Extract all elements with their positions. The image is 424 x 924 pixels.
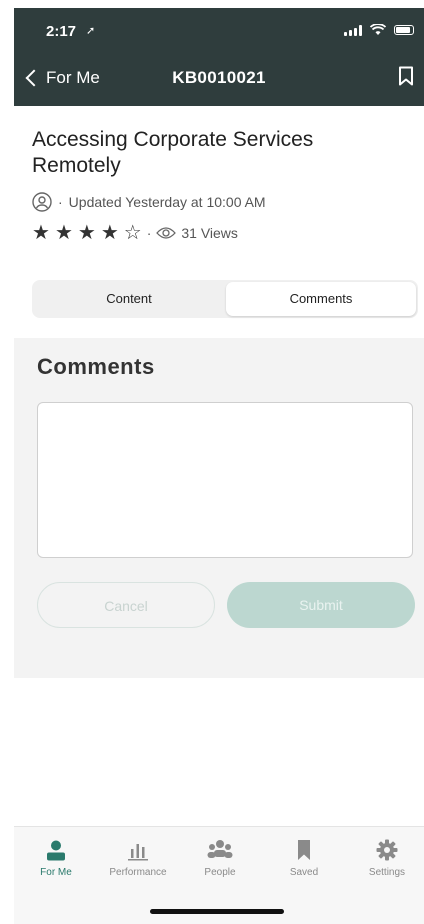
tab-people[interactable]: People (180, 839, 260, 878)
separator-dot: · (58, 194, 63, 210)
tab-for-me[interactable]: For Me (16, 839, 96, 878)
status-bar: 2:17 ➚ (14, 8, 424, 52)
nav-bar: For Me KB0010021 (14, 52, 424, 106)
tab-label: People (204, 867, 236, 878)
battery-icon (394, 25, 414, 35)
phone-screen: 2:17 ➚ For Me KB0010021 Accessing Corpor… (14, 8, 424, 924)
separator-dot: · (146, 225, 152, 241)
signal-icon (344, 24, 362, 36)
bookmark-icon[interactable] (398, 66, 414, 86)
star-filled-icon[interactable]: ★ (55, 223, 73, 243)
article-title: Accessing Corporate Services Remotely (32, 128, 314, 177)
tab-saved[interactable]: Saved (264, 839, 344, 878)
star-empty-icon[interactable]: ☆ (124, 223, 142, 243)
comments-heading: Comments (37, 354, 155, 379)
comment-input[interactable] (37, 402, 413, 558)
meta-row: · Updated Yesterday at 10:00 AM (32, 192, 266, 212)
tab-label: Performance (109, 867, 167, 878)
person-icon (47, 840, 65, 861)
status-time: 2:17 (46, 23, 77, 40)
views-count: 31 Views (181, 225, 238, 241)
gear-icon (376, 839, 398, 861)
nav-title: KB0010021 (172, 68, 266, 87)
eye-icon (156, 227, 177, 239)
tab-label: Settings (368, 867, 406, 878)
star-filled-icon[interactable]: ★ (101, 223, 119, 243)
star-filled-icon[interactable]: ★ (78, 223, 96, 243)
cancel-button[interactable]: Cancel (37, 582, 215, 628)
wifi-icon (370, 24, 386, 35)
tab-comments[interactable]: Comments (226, 282, 416, 316)
tab-label: Saved (289, 867, 319, 878)
home-indicator (150, 909, 284, 914)
bar-chart-icon (128, 844, 148, 861)
tab-label: For Me (40, 867, 72, 878)
tab-performance[interactable]: Performance (98, 839, 178, 878)
star-filled-icon[interactable]: ★ (32, 223, 50, 243)
tab-settings[interactable]: Settings (352, 839, 422, 878)
comments-panel: Comments Cancel Submit (14, 338, 424, 678)
tab-content[interactable]: Content (34, 282, 224, 316)
segmented-control: Content Comments (32, 280, 418, 318)
people-icon (207, 840, 233, 858)
bookmark-icon (298, 840, 310, 860)
updated-text: Updated Yesterday at 10:00 AM (68, 194, 266, 210)
tab-bar: For Me Performance People Saved Settings (14, 826, 424, 924)
location-icon: ➚ (86, 25, 96, 37)
avatar-icon (32, 192, 52, 212)
submit-button[interactable]: Submit (227, 582, 415, 628)
rating-row: ★ ★ ★ ★ ☆ · 31 Views (32, 223, 238, 243)
